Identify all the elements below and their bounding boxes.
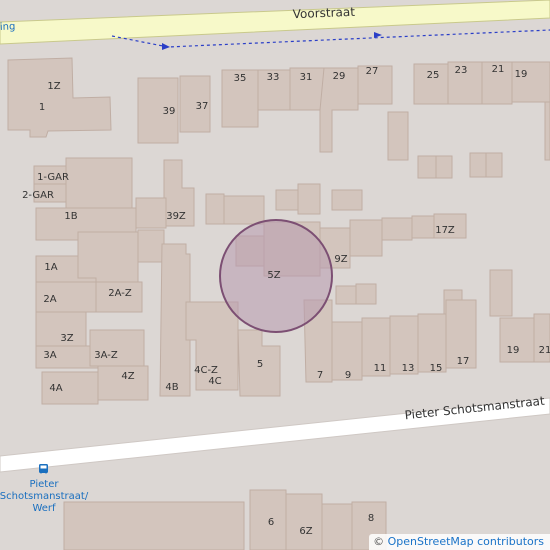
bus-icon (39, 464, 48, 474)
house-number: 1-GAR (37, 172, 69, 183)
house-number: 25 (427, 70, 440, 81)
street-label-voorstraat: Voorstraat (292, 5, 355, 21)
house-number: 1B (64, 211, 77, 222)
house-number: 27 (366, 66, 379, 77)
house-number: 29 (333, 71, 346, 82)
building (381, 217, 413, 241)
building (63, 501, 245, 550)
bus-stop-label-line1: Pieter (30, 479, 60, 490)
house-number: 1A (44, 262, 57, 273)
bus-stop-label-line3: Werf (32, 503, 56, 514)
building (435, 155, 453, 179)
house-number: 4Z (121, 371, 134, 382)
building (223, 195, 265, 225)
building (511, 61, 550, 103)
building (544, 101, 550, 161)
house-number: 1Z (47, 81, 60, 92)
building (321, 503, 353, 550)
house-number: 19 (507, 345, 520, 356)
house-number: 1 (39, 102, 45, 113)
building (205, 193, 225, 225)
house-number: 4B (165, 382, 178, 393)
house-number: 17 (457, 356, 470, 367)
house-number: 11 (374, 363, 387, 374)
house-number: 2-GAR (22, 190, 54, 201)
building (349, 219, 383, 257)
copyright-symbol: © (373, 535, 385, 548)
house-number: 2A-Z (108, 288, 132, 299)
house-number: 6Z (299, 526, 312, 537)
house-number: 7 (317, 370, 323, 381)
house-number: 33 (267, 72, 280, 83)
street-label-partial: ing (0, 21, 16, 33)
house-number: 37 (196, 101, 209, 112)
house-number: 35 (234, 73, 247, 84)
house-number: 5 (257, 359, 263, 370)
house-number: 15 (430, 363, 443, 374)
house-number: 3A-Z (94, 350, 118, 361)
building (65, 157, 133, 211)
building (417, 155, 437, 179)
building (285, 493, 323, 550)
house-number: 3A (43, 350, 56, 361)
house-number: 23 (455, 65, 468, 76)
house-number: 5Z (267, 270, 280, 281)
house-number: 21 (539, 345, 550, 356)
house-number: 21 (492, 64, 505, 75)
building (331, 189, 363, 211)
attribution-link[interactable]: OpenStreetMap contributors (388, 535, 544, 548)
house-number: 2A (43, 294, 56, 305)
building (297, 183, 321, 215)
house-number: 9Z (334, 254, 347, 265)
building (335, 285, 357, 305)
building (489, 269, 513, 317)
house-number: 4A (49, 383, 62, 394)
house-number: 39 (163, 106, 176, 117)
building (469, 152, 487, 178)
building (137, 229, 165, 263)
bus-stop-label-line2: Schotsmanstraat/ (0, 491, 89, 502)
building (387, 111, 409, 161)
building (135, 197, 167, 229)
map-attribution: © OpenStreetMap contributors (369, 534, 550, 550)
house-number: 13 (402, 363, 415, 374)
house-number: 4C-Z (194, 365, 218, 376)
house-number: 6 (268, 517, 274, 528)
house-number: 4C (208, 376, 221, 387)
house-number: 17Z (435, 225, 455, 236)
house-number: 19 (515, 69, 528, 80)
house-number: 3Z (60, 333, 73, 344)
house-number: 8 (368, 513, 374, 524)
map-canvas[interactable]: Voorstraat ing Pieter Schotsmanstraat Pi… (0, 0, 550, 550)
house-number: 9 (345, 370, 351, 381)
house-number: 39Z (166, 211, 186, 222)
building (355, 283, 377, 305)
building (485, 152, 503, 178)
building (275, 189, 299, 211)
house-number: 31 (300, 72, 313, 83)
building (411, 215, 435, 239)
